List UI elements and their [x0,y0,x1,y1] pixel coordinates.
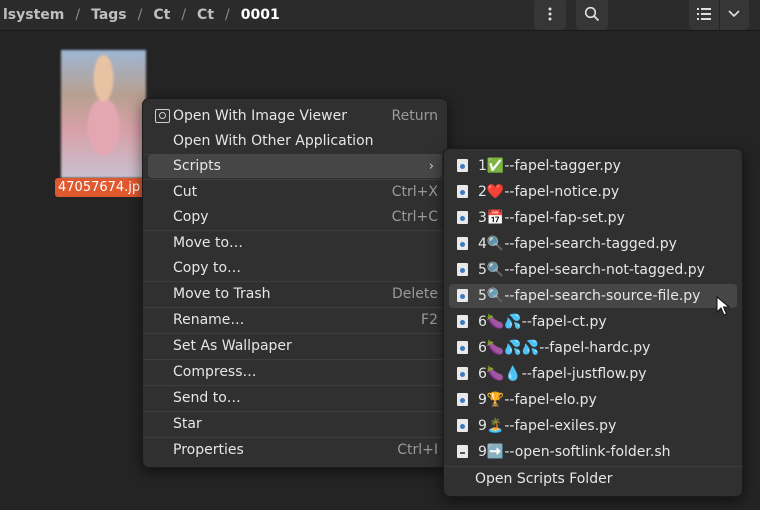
menu-item-shortcut: Ctrl+I [397,442,438,458]
script-item[interactable]: 9🏆--fapel-elo.py [449,388,737,412]
scripts-submenu: 1✅--fapel-tagger.py 2❤️--fapel-notice.py… [443,148,743,497]
python-file-icon [457,367,468,380]
open-scripts-folder-label: Open Scripts Folder [475,471,613,487]
search-button[interactable] [576,0,608,30]
kebab-menu-icon [548,7,552,21]
breadcrumb-item[interactable]: Ct [194,7,217,23]
breadcrumb-separator: / [137,7,143,23]
menu-item-label: Star [173,416,202,432]
script-item-label: 9🏝️--fapel-exiles.py [478,418,617,434]
breadcrumb-current[interactable]: 0001 [238,7,283,23]
file-name-label[interactable]: 47057674.jp [55,178,147,197]
menu-item-label: Cut [173,184,198,200]
menu-cut[interactable]: Cut Ctrl+X [148,180,442,204]
python-file-icon [457,185,468,198]
menu-item-shortcut: F2 [421,312,438,328]
menu-item-shortcut: Ctrl+X [391,184,438,200]
script-item[interactable]: 9🏝️--fapel-exiles.py [449,414,737,438]
script-item[interactable]: 6🍆💧--fapel-justflow.py [449,362,737,386]
breadcrumb: lsystem / Tags / Ct / Ct / 0001 [0,0,283,30]
menu-item-label: Set As Wallpaper [173,338,292,354]
script-item-label: 9➡️--open-softlink-folder.sh [478,444,671,460]
script-item-label: 6🍆💦💦--fapel-hardc.py [478,340,651,356]
image-thumbnail[interactable] [61,50,146,178]
python-file-icon [457,211,468,224]
script-item-label: 3📅--fapel-fap-set.py [478,210,625,226]
open-scripts-folder[interactable]: Open Scripts Folder [449,467,737,491]
path-bar: lsystem / Tags / Ct / Ct / 0001 [0,0,760,31]
menu-item-shortcut: Return [391,108,438,124]
menu-copy-to[interactable]: Copy to… [148,256,442,280]
menu-item-shortcut: Ctrl+C [391,209,438,225]
breadcrumb-item[interactable]: Ct [150,7,173,23]
python-file-icon [457,237,468,250]
menu-scripts[interactable]: Scripts › [148,154,442,178]
python-file-icon [457,289,468,302]
script-item[interactable]: 6🍆💦--fapel-ct.py [449,310,737,334]
menu-item-label: Copy [173,209,209,225]
list-view-icon [696,8,711,20]
script-item-label: 5🔍--fapel-search-source-file.py [478,288,701,304]
menu-move-to-trash[interactable]: Move to Trash Delete [148,282,442,306]
script-item-label: 6🍆💦--fapel-ct.py [478,314,607,330]
menu-button[interactable] [534,0,566,30]
search-icon [584,6,600,22]
menu-item-label: Move to Trash [173,286,271,302]
menu-set-as-wallpaper[interactable]: Set As Wallpaper [148,334,442,358]
python-file-icon [457,263,468,276]
chevron-down-icon [728,10,740,18]
view-options-button[interactable] [718,0,750,30]
python-file-icon [457,393,468,406]
menu-item-label: Rename… [173,312,245,328]
menu-item-label: Compress… [173,364,257,380]
script-item[interactable]: 6🍆💦💦--fapel-hardc.py [449,336,737,360]
list-view-button[interactable] [689,0,719,30]
script-item[interactable]: 9➡️--open-softlink-folder.sh [449,440,737,464]
script-item-label: 9🏆--fapel-elo.py [478,392,597,408]
shell-script-icon [457,445,468,458]
script-item[interactable]: 2❤️--fapel-notice.py [449,180,737,204]
menu-item-label: Scripts [173,158,221,174]
menu-item-shortcut: Delete [392,286,438,302]
menu-item-label: Copy to… [173,260,242,276]
breadcrumb-item[interactable]: Tags [88,7,130,23]
menu-send-to[interactable]: Send to… [148,386,442,410]
breadcrumb-separator: / [75,7,81,23]
chevron-right-icon: › [428,158,434,174]
script-item-label: 4🔍--fapel-search-tagged.py [478,236,677,252]
script-item-label: 2❤️--fapel-notice.py [478,184,620,200]
menu-move-to[interactable]: Move to… [148,231,442,255]
python-file-icon [457,315,468,328]
view-toggle-group [689,0,749,30]
breadcrumb-separator: / [181,7,187,23]
menu-rename[interactable]: Rename… F2 [148,308,442,332]
menu-item-label: Open With Other Application [173,133,374,149]
menu-item-label: Send to… [173,390,241,406]
menu-properties[interactable]: Properties Ctrl+I [148,438,442,462]
script-item[interactable]: 4🔍--fapel-search-tagged.py [449,232,737,256]
menu-copy[interactable]: Copy Ctrl+C [148,205,442,229]
image-viewer-icon [155,109,170,123]
breadcrumb-item[interactable]: lsystem [0,7,67,23]
script-item-label: 5🔍--fapel-search-not-tagged.py [478,262,705,278]
script-item-label: 1✅--fapel-tagger.py [478,158,621,174]
menu-star[interactable]: Star [148,412,442,436]
python-file-icon [457,341,468,354]
context-menu: Open With Image Viewer Return Open With … [142,98,448,468]
menu-open-with-other-application[interactable]: Open With Other Application [148,129,442,153]
breadcrumb-separator: / [225,7,230,23]
menu-item-label: Open With Image Viewer [173,108,347,124]
script-item[interactable]: 5🔍--fapel-search-not-tagged.py [449,258,737,282]
menu-compress[interactable]: Compress… [148,360,442,384]
menu-item-label: Properties [173,442,244,458]
script-item-hovered[interactable]: 5🔍--fapel-search-source-file.py [449,284,737,308]
script-item[interactable]: 3📅--fapel-fap-set.py [449,206,737,230]
python-file-icon [457,419,468,432]
script-item-label: 6🍆💧--fapel-justflow.py [478,366,647,382]
python-file-icon [457,159,468,172]
menu-open-with-image-viewer[interactable]: Open With Image Viewer Return [148,104,442,128]
script-item[interactable]: 1✅--fapel-tagger.py [449,154,737,178]
menu-item-label: Move to… [173,235,244,251]
